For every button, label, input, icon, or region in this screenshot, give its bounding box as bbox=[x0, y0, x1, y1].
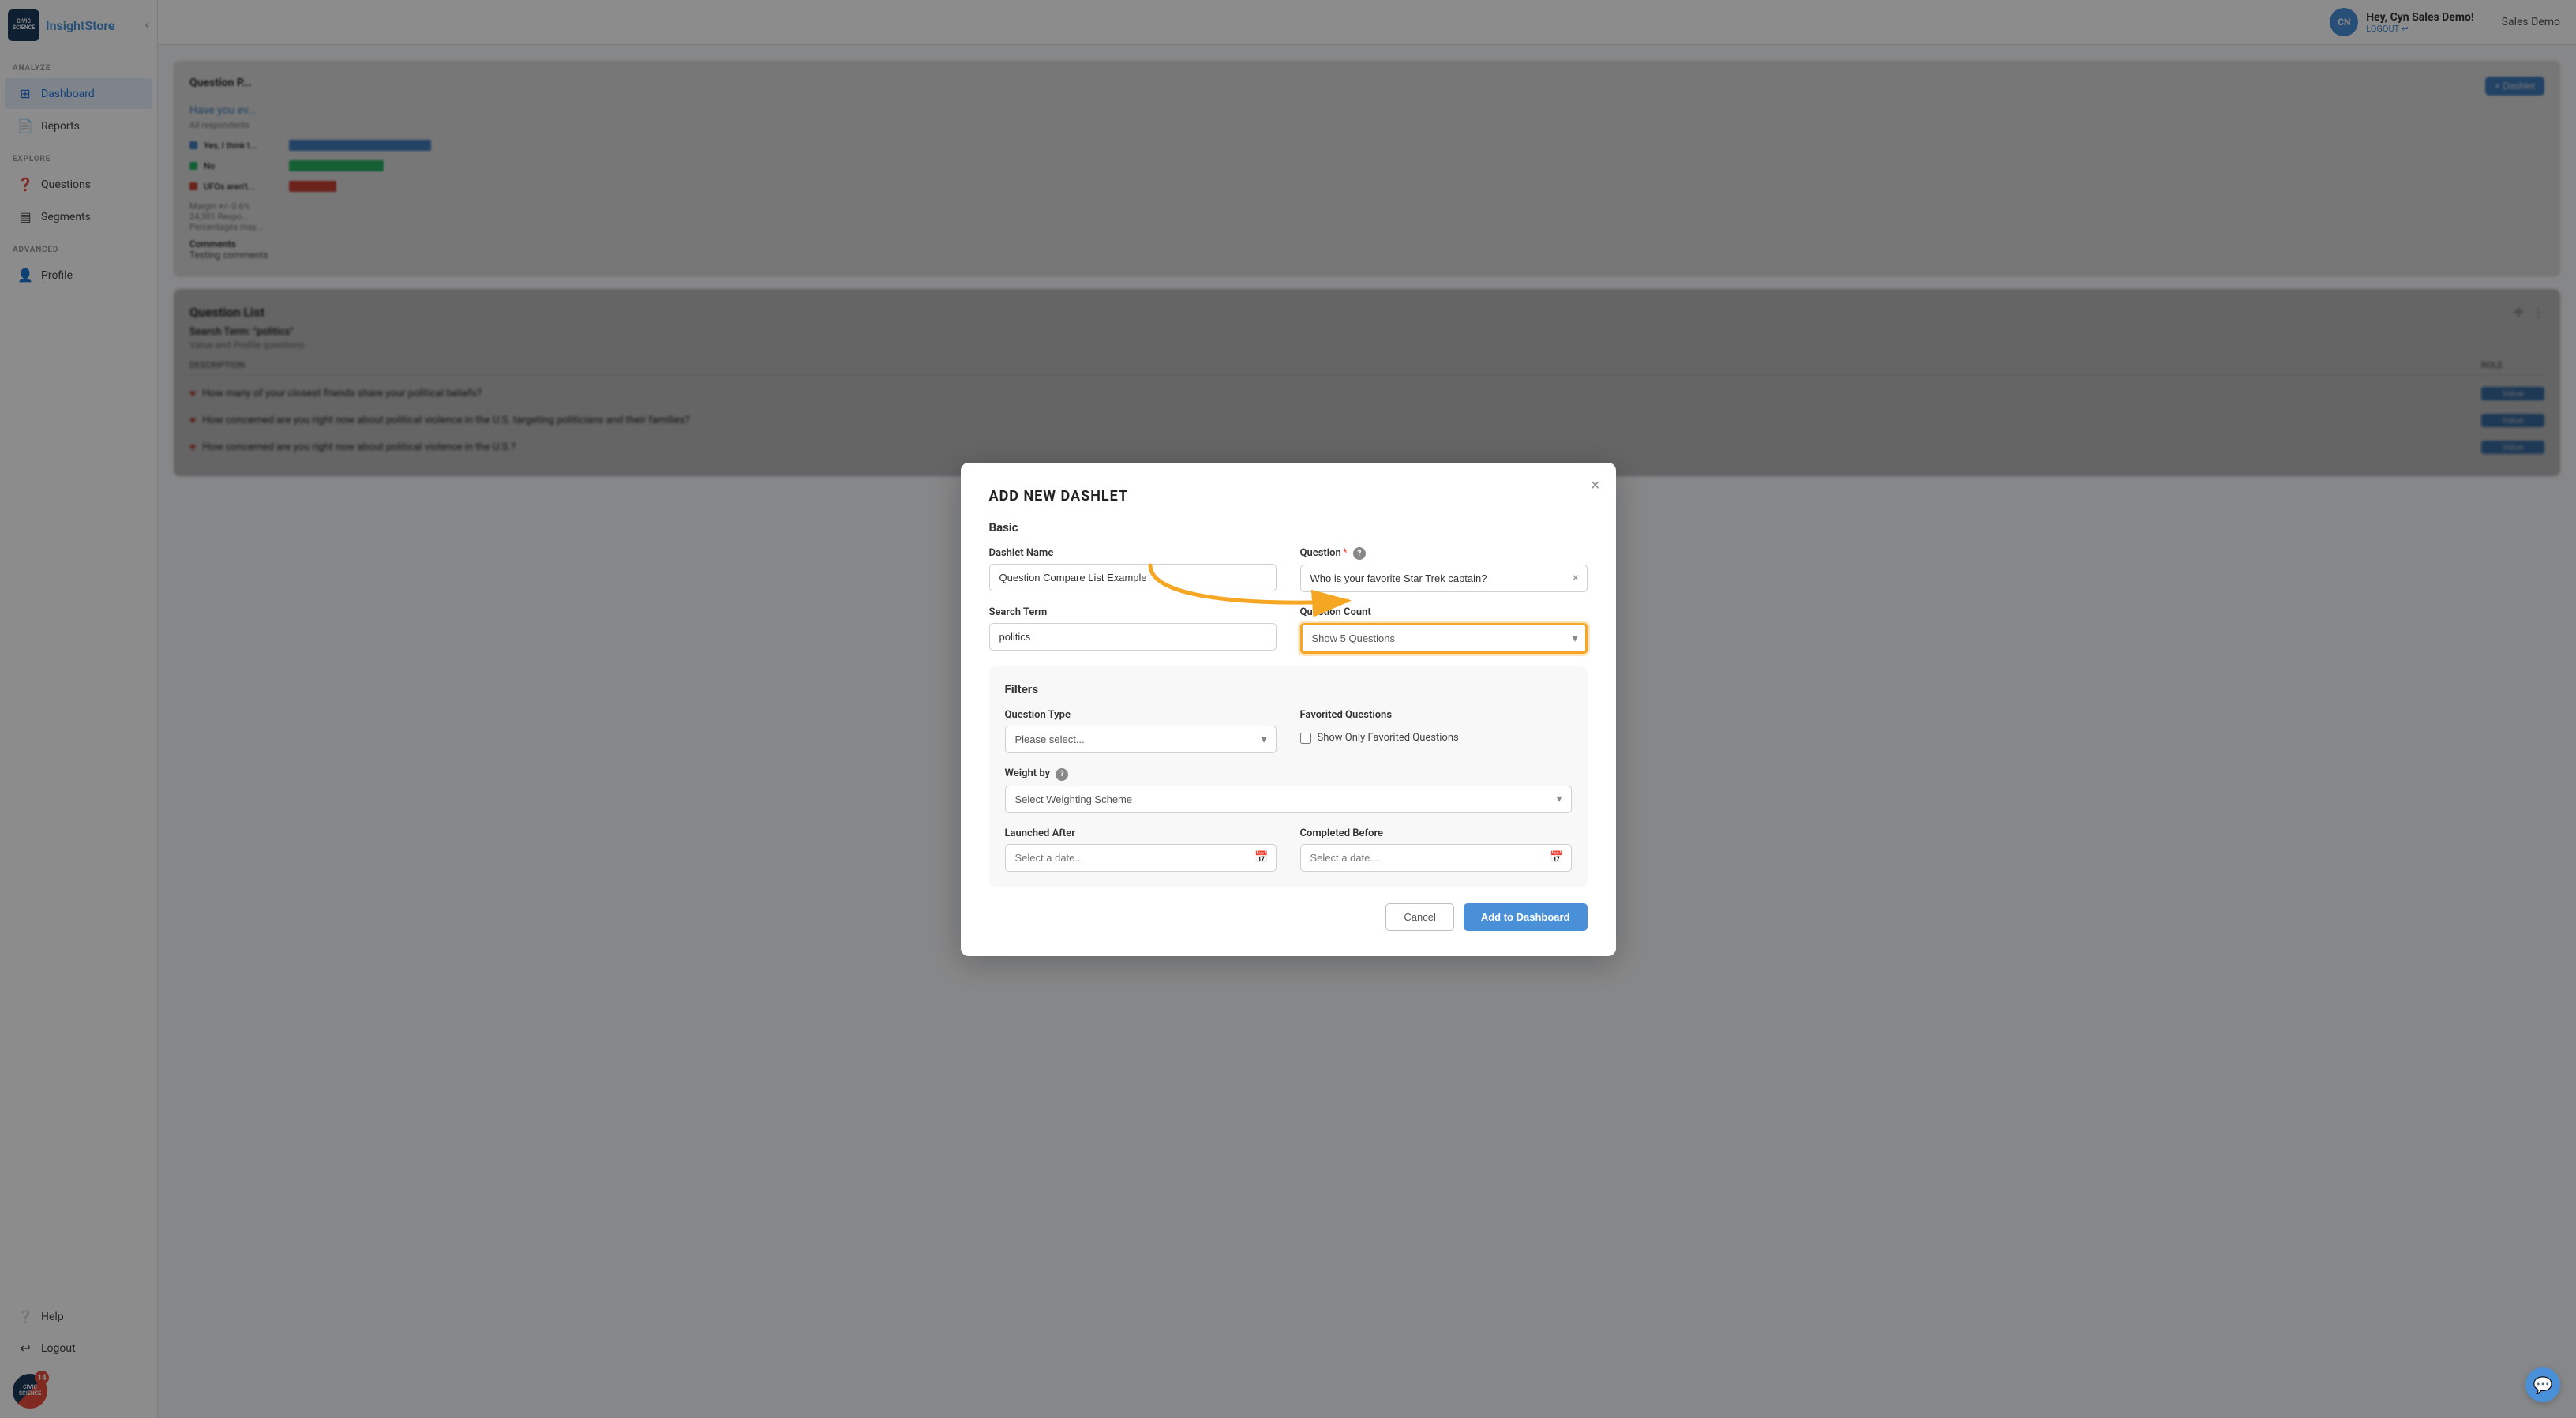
basic-section-label: Basic bbox=[989, 520, 1588, 535]
weight-by-label: Weight by ? bbox=[1005, 767, 1572, 781]
question-clear-button[interactable]: × bbox=[1572, 572, 1579, 586]
modal-footer: Cancel Add to Dashboard bbox=[989, 903, 1588, 931]
show-only-favorited-checkbox[interactable] bbox=[1300, 733, 1311, 744]
question-count-field: Question Count Show 5 Questions Show 10 … bbox=[1300, 606, 1588, 654]
question-type-field: Question Type Please select... ▾ bbox=[1005, 709, 1277, 753]
modal-title: ADD NEW DASHLET bbox=[989, 488, 1588, 505]
launched-after-label: Launched After bbox=[1005, 827, 1277, 839]
main-content: CN Hey, Cyn Sales Demo! LOGOUT ↩ Sales D… bbox=[158, 0, 2576, 1418]
filters-section: Filters Question Type Please select... ▾ bbox=[989, 666, 1588, 887]
required-star: * bbox=[1343, 547, 1348, 559]
filters-section-label: Filters bbox=[1005, 682, 1572, 696]
basic-form-grid: Dashlet Name Question* ? × Sea bbox=[989, 547, 1588, 655]
chat-icon[interactable]: 💬 bbox=[2525, 1367, 2560, 1402]
weight-by-select[interactable]: Select Weighting Scheme bbox=[1005, 786, 1572, 813]
modal-overlay: ADD NEW DASHLET × Basic Dashlet Name Que… bbox=[158, 0, 2576, 1418]
completed-before-input-wrapper: 📅 bbox=[1300, 844, 1572, 872]
dashlet-name-input[interactable] bbox=[989, 564, 1277, 591]
search-term-input[interactable] bbox=[989, 623, 1277, 651]
question-type-label: Question Type bbox=[1005, 709, 1277, 721]
question-count-select[interactable]: Show 5 Questions Show 10 Questions Show … bbox=[1300, 623, 1588, 654]
favorited-questions-label: Favorited Questions bbox=[1300, 709, 1572, 721]
question-label: Question* ? bbox=[1300, 547, 1588, 561]
add-to-dashboard-button[interactable]: Add to Dashboard bbox=[1464, 903, 1588, 931]
question-type-select[interactable]: Please select... bbox=[1005, 726, 1277, 753]
add-dashlet-modal: ADD NEW DASHLET × Basic Dashlet Name Que… bbox=[961, 463, 1616, 956]
question-count-label: Question Count bbox=[1300, 606, 1588, 618]
question-input[interactable] bbox=[1300, 565, 1588, 592]
dashlet-name-label: Dashlet Name bbox=[989, 547, 1277, 559]
filters-grid: Question Type Please select... ▾ Favorit… bbox=[1005, 709, 1572, 872]
launched-after-field: Launched After 📅 bbox=[1005, 827, 1277, 872]
question-input-wrapper: × bbox=[1300, 565, 1588, 592]
favorited-questions-field: Favorited Questions Show Only Favorited … bbox=[1300, 709, 1572, 753]
question-info-icon[interactable]: ? bbox=[1353, 547, 1366, 560]
show-only-favorited-label[interactable]: Show Only Favorited Questions bbox=[1318, 732, 1459, 744]
question-count-select-wrapper: Show 5 Questions Show 10 Questions Show … bbox=[1300, 623, 1588, 654]
search-term-label: Search Term bbox=[989, 606, 1277, 618]
weight-by-field: Weight by ? Select Weighting Scheme ▾ bbox=[1005, 767, 1572, 813]
weight-by-info-icon[interactable]: ? bbox=[1056, 768, 1068, 781]
show-only-favorited-wrapper: Show Only Favorited Questions bbox=[1300, 732, 1572, 744]
completed-before-label: Completed Before bbox=[1300, 827, 1572, 839]
question-type-select-wrapper: Please select... ▾ bbox=[1005, 726, 1277, 753]
question-field: Question* ? × bbox=[1300, 547, 1588, 593]
launched-after-input[interactable] bbox=[1005, 844, 1277, 872]
launched-after-input-wrapper: 📅 bbox=[1005, 844, 1277, 872]
completed-before-field: Completed Before 📅 bbox=[1300, 827, 1572, 872]
modal-close-button[interactable]: × bbox=[1591, 477, 1600, 495]
weight-by-select-wrapper: Select Weighting Scheme ▾ bbox=[1005, 786, 1572, 813]
search-term-field: Search Term bbox=[989, 606, 1277, 654]
completed-before-input[interactable] bbox=[1300, 844, 1572, 872]
dashlet-name-field: Dashlet Name bbox=[989, 547, 1277, 593]
cancel-button[interactable]: Cancel bbox=[1385, 903, 1453, 931]
